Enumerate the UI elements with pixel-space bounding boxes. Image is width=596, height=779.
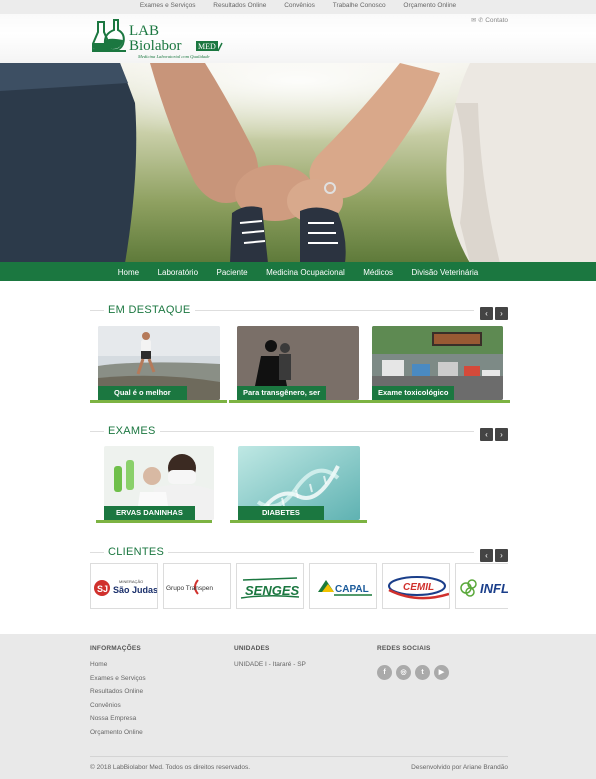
developer-credit[interactable]: Desenvolvido por Ariane Brandão xyxy=(411,764,508,771)
destaque-prev-button[interactable]: ‹ xyxy=(480,307,493,320)
card-caption: Para transgênero, ser xyxy=(237,386,327,400)
nav-medicina-ocupacional[interactable]: Medicina Ocupacional xyxy=(266,263,345,282)
nav-paciente[interactable]: Paciente xyxy=(217,263,248,282)
destaque-next-button[interactable]: › xyxy=(495,307,508,320)
contact-label: Contato xyxy=(485,17,508,24)
client-text: São Judas xyxy=(113,585,158,595)
client-text: INFL xyxy=(480,581,508,596)
client-logo-inflo[interactable]: INFL xyxy=(455,563,508,609)
footer: INFORMAÇÕES Home Exames e Serviços Resul… xyxy=(0,634,596,779)
card-exame-2[interactable]: DIABETES xyxy=(230,446,367,523)
footer-link-empresa[interactable]: Nossa Empresa xyxy=(90,715,146,729)
hero-banner xyxy=(0,63,596,263)
svg-text:SJ: SJ xyxy=(97,584,108,594)
footer-link-resultados[interactable]: Resultados Online xyxy=(90,688,146,702)
header: LAB Biolabor MED Medicina Laboratorial c… xyxy=(0,14,596,63)
footer-social-title: REDES SOCIAIS xyxy=(377,645,431,652)
top-link-resultados[interactable]: Resultados Online xyxy=(213,2,266,9)
card-caption: DIABETES xyxy=(238,506,324,520)
hero-image xyxy=(0,63,596,263)
footer-info-column: INFORMAÇÕES Home Exames e Serviços Resul… xyxy=(90,645,146,742)
logo-line1: LAB xyxy=(129,23,159,39)
top-link-convenios[interactable]: Convênios xyxy=(284,2,315,9)
card-destaque-3[interactable]: Exame toxicológico xyxy=(364,326,510,403)
instagram-icon[interactable]: ◎ xyxy=(396,665,411,680)
section-exames: EXAMES ‹ › ERVAS DANINHAS DIABETES xyxy=(90,424,508,524)
envelope-icon: ✉ xyxy=(471,18,477,24)
section-title-clientes: CLIENTES xyxy=(104,545,169,559)
client-logo-sao-judas[interactable]: SJ MINERAÇÃO São Judas xyxy=(90,563,158,609)
card-caption: Qual é o melhor xyxy=(98,386,187,400)
client-carousel: SJ MINERAÇÃO São Judas Grupo Transpen SE… xyxy=(90,563,508,609)
logo-line2: Biolabor xyxy=(129,38,182,54)
top-link-orcamento[interactable]: Orçamento Online xyxy=(403,2,456,9)
facebook-icon[interactable]: f xyxy=(377,665,392,680)
nav-divisao-veterinaria[interactable]: Divisão Veterinária xyxy=(412,263,479,282)
section-clientes: CLIENTES ‹ › SJ MINERAÇÃO São Judas Grupo… xyxy=(90,545,508,611)
card-destaque-2[interactable]: Para transgênero, ser xyxy=(229,326,366,403)
top-links: Exames e Serviços Resultados Online Conv… xyxy=(0,2,596,9)
section-title-exames: EXAMES xyxy=(104,424,160,438)
client-logo-cemil[interactable]: CEMIL xyxy=(382,563,450,609)
client-text: Grupo Transpen xyxy=(166,585,213,592)
footer-units-column: UNIDADES UNIDADE I - Itararé - SP xyxy=(234,645,306,675)
main-nav: Home Laboratório Paciente Medicina Ocupa… xyxy=(0,262,596,281)
top-link-trabalhe[interactable]: Trabalhe Conosco xyxy=(333,2,386,9)
card-caption: Exame toxicológico xyxy=(372,386,455,400)
client-logo-transpen[interactable]: Grupo Transpen xyxy=(163,563,231,609)
client-logo-capal[interactable]: CAPAL xyxy=(309,563,377,609)
footer-divider xyxy=(90,756,508,757)
client-text: CEMIL xyxy=(403,582,434,593)
footer-link-orcamento[interactable]: Orçamento Online xyxy=(90,729,146,743)
footer-unit[interactable]: UNIDADE I - Itararé - SP xyxy=(234,661,306,675)
top-bar: Exames e Serviços Resultados Online Conv… xyxy=(0,0,596,14)
client-text: CAPAL xyxy=(335,584,369,595)
clientes-next-button[interactable]: › xyxy=(495,549,508,562)
contact-link[interactable]: ✉ ✆ Contato xyxy=(471,17,508,24)
nav-medicos[interactable]: Médicos xyxy=(363,263,393,282)
youtube-icon[interactable]: ▶ xyxy=(434,665,449,680)
site-logo[interactable]: LAB Biolabor MED Medicina Laboratorial c… xyxy=(92,16,224,60)
section-title-destaque: EM DESTAQUE xyxy=(104,303,195,317)
copyright: © 2018 LabBiolabor Med. Todos os direito… xyxy=(90,764,251,771)
top-link-exames[interactable]: Exames e Serviços xyxy=(140,2,196,9)
section-destaque: EM DESTAQUE ‹ › Qual é o melhor Para tra… xyxy=(90,303,510,403)
footer-link-exames[interactable]: Exames e Serviços xyxy=(90,675,146,689)
client-logo-senges[interactable]: SENGES xyxy=(236,563,304,609)
exames-next-button[interactable]: › xyxy=(495,428,508,441)
nav-laboratorio[interactable]: Laboratório xyxy=(158,263,198,282)
nav-home[interactable]: Home xyxy=(118,263,139,282)
client-text: MINERAÇÃO xyxy=(119,579,143,584)
footer-units-title: UNIDADES xyxy=(234,645,270,652)
clientes-prev-button[interactable]: ‹ xyxy=(480,549,493,562)
footer-link-convenios[interactable]: Convênios xyxy=(90,702,146,716)
footer-social-column: REDES SOCIAIS f ◎ t ▶ xyxy=(377,645,453,680)
logo-tag: MED xyxy=(198,42,216,51)
card-destaque-1[interactable]: Qual é o melhor xyxy=(90,326,227,403)
footer-info-title: INFORMAÇÕES xyxy=(90,645,141,652)
logo-tagline: Medicina Laboratorial com Qualidade xyxy=(137,54,210,59)
card-caption: ERVAS DANINHAS xyxy=(104,506,195,520)
footer-link-home[interactable]: Home xyxy=(90,661,146,675)
card-exame-1[interactable]: ERVAS DANINHAS xyxy=(96,446,219,523)
twitter-icon[interactable]: t xyxy=(415,665,430,680)
exames-prev-button[interactable]: ‹ xyxy=(480,428,493,441)
phone-icon: ✆ xyxy=(478,18,484,24)
